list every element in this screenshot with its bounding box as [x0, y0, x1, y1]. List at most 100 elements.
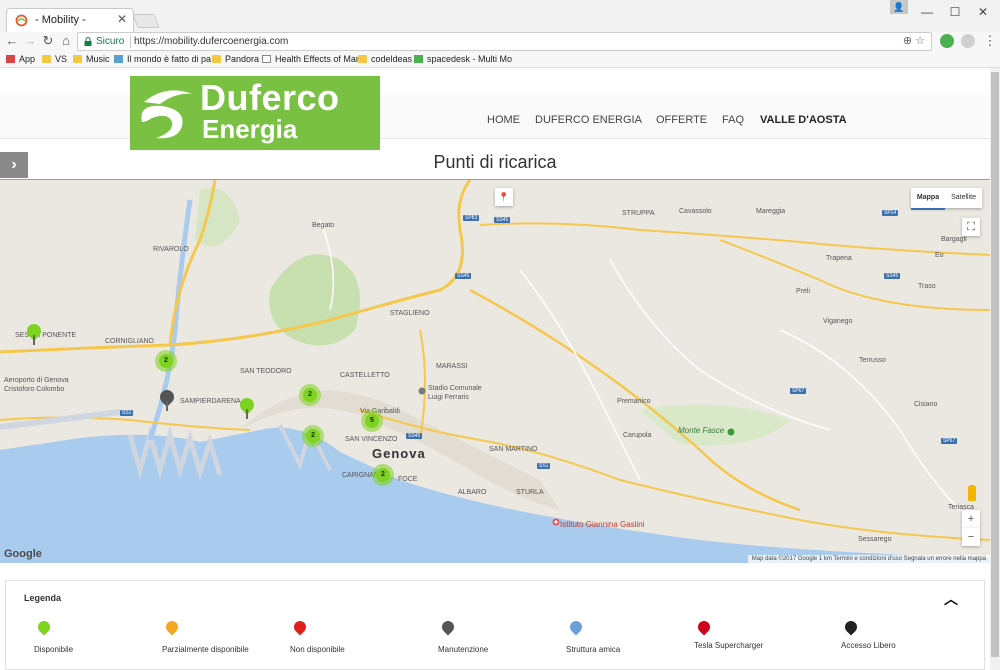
tab-strip: - Mobility - ✕ 👤 — ☐ ✕: [0, 0, 1000, 32]
cluster-count: 2: [303, 388, 317, 402]
logo-text-energia: Energia: [202, 114, 298, 144]
nav-valle-daosta[interactable]: VALLE D'AOSTA: [760, 114, 847, 126]
map-label-preli: Preli: [796, 288, 811, 295]
cluster-count: 2: [306, 429, 320, 443]
map-label-trapena: Trapena: [826, 255, 852, 262]
nav-duferco-energia[interactable]: DUFERCO ENERGIA: [535, 114, 642, 126]
bookmark-spacedesk[interactable]: spacedesk - Multi Mo: [414, 54, 512, 64]
map-type-satellite[interactable]: Satellite: [945, 188, 982, 208]
zoom-out-button[interactable]: −: [962, 528, 980, 546]
new-tab-button[interactable]: [132, 14, 160, 28]
browser-tab[interactable]: - Mobility - ✕: [6, 8, 134, 32]
bookmark-pandora[interactable]: Pandora: [212, 54, 259, 64]
map-label-rivarolo: RIVAROLO: [153, 246, 189, 253]
nav-faq[interactable]: FAQ: [722, 114, 744, 126]
map-type-control[interactable]: Mappa Satellite: [910, 188, 982, 210]
pin-black-icon: [842, 618, 860, 636]
profile-icon[interactable]: 👤: [890, 0, 908, 14]
tab-title: - Mobility -: [35, 14, 86, 26]
bookmark-music[interactable]: Music: [73, 54, 110, 64]
map-label-terrusso: Terrusso: [859, 357, 886, 364]
bookmark-codeldeas[interactable]: codeldeas: [358, 54, 412, 64]
close-window-button[interactable]: ✕: [968, 3, 998, 21]
bookmark-mondo[interactable]: Il mondo è fatto di pa: [114, 54, 211, 64]
marker-cluster[interactable]: 2: [372, 464, 394, 486]
marker-cluster[interactable]: 2: [155, 350, 177, 372]
location-pin-icon[interactable]: 📍: [495, 188, 513, 206]
site-favicon-icon: [15, 14, 28, 27]
map-label-san-teodoro: SAN TEODORO: [240, 368, 292, 375]
map-attribution[interactable]: Map data ©2017 Google 1 km Termini e con…: [747, 555, 990, 563]
bookmark-apps[interactable]: App: [6, 54, 35, 64]
secure-label: Sicuro: [96, 36, 125, 47]
street-view-pegman-icon[interactable]: [968, 485, 976, 501]
page-title: Punti di ricarica: [433, 152, 557, 172]
reload-icon[interactable]: ↻: [40, 33, 56, 49]
road-shield: SP67: [941, 438, 958, 444]
nav-offerte[interactable]: OFFERTE: [656, 114, 707, 126]
road-shield: SS45: [455, 273, 472, 279]
back-icon[interactable]: ←: [4, 33, 20, 49]
marker-cluster[interactable]: 2: [302, 425, 324, 447]
map-label-gaslini: Istituto Giannina Gaslini: [560, 520, 645, 529]
bookmark-vs[interactable]: VS: [42, 54, 67, 64]
bookmark-health[interactable]: Health Effects of Mari: [262, 54, 361, 64]
home-icon[interactable]: ⌂: [58, 33, 74, 49]
legend-label: Non disponibile: [290, 645, 345, 654]
pin-green-icon: [35, 618, 53, 636]
lock-icon: [84, 37, 92, 46]
extension-icon[interactable]: [940, 34, 954, 48]
map-label-castelletto: CASTELLETTO: [340, 372, 390, 379]
google-logo: Google: [4, 548, 42, 560]
road-shield: SP14: [882, 210, 899, 216]
duferco-logo[interactable]: Duferco Energia: [130, 76, 380, 150]
url-separator: [130, 35, 131, 48]
map-type-map[interactable]: Mappa: [910, 188, 946, 210]
map-label-aeroporto: Aeroporto di Genova Cristoforo Colombo: [4, 377, 69, 393]
chrome-menu-icon[interactable]: ⋮: [982, 33, 998, 49]
map-label-san-martino: SAN MARTINO: [489, 446, 538, 453]
road-shield: SS45: [884, 273, 901, 279]
pin-stem: [166, 401, 168, 411]
bookmarks-bar: App VS Music Il mondo è fatto di pa Pand…: [0, 52, 1000, 68]
road-shield: SS1: [120, 410, 134, 416]
extension-shield-icon[interactable]: [961, 34, 975, 48]
mountain-icon[interactable]: [727, 428, 735, 436]
zoom-in-button[interactable]: +: [962, 510, 980, 528]
close-tab-icon[interactable]: ✕: [117, 12, 127, 26]
page-scrollbar[interactable]: [990, 68, 1000, 670]
map[interactable]: Begato RIVAROLO STAGLIENO MARASSI CASTEL…: [0, 180, 990, 563]
marker-cluster[interactable]: 2: [299, 384, 321, 406]
road-shield: SS45: [406, 433, 423, 439]
scrollbar-thumb[interactable]: [991, 72, 999, 657]
bookmark-star-icon[interactable]: ⊕ ☆: [903, 34, 925, 47]
map-label-marassi: MARASSI: [436, 363, 468, 370]
legend-label: Parzialmente disponibile: [162, 645, 249, 654]
minimize-button[interactable]: —: [912, 3, 942, 21]
hospital-icon[interactable]: [552, 518, 560, 526]
cluster-count: 5: [365, 414, 379, 428]
address-bar[interactable]: Sicuro https://mobility.dufercoenergia.c…: [77, 32, 932, 51]
road-shield: SS1: [537, 463, 551, 469]
road-shield: SP67: [790, 388, 807, 394]
page-icon: [262, 55, 271, 63]
stadium-icon[interactable]: [418, 387, 426, 395]
collapse-chevron-up-icon[interactable]: ︿: [944, 589, 958, 609]
nav-home[interactable]: HOME: [487, 114, 520, 126]
pin-gray-icon: [439, 618, 457, 636]
maximize-button[interactable]: ☐: [940, 3, 970, 21]
pin-stem: [246, 409, 248, 419]
map-label-san-vincenzo: SAN VINCENZO: [345, 436, 398, 443]
map-label-cornigliano: CORNIGLIANO: [105, 338, 155, 345]
legend-panel: Legenda ︿ Disponibile Parzialmente dispo…: [5, 580, 985, 670]
cluster-count: 2: [376, 468, 390, 482]
map-label-albaro: ALBARO: [458, 489, 487, 496]
spacedesk-icon: [414, 55, 423, 63]
legend-label: Accesso Libero: [841, 641, 896, 650]
marker-cluster[interactable]: 5: [361, 410, 383, 432]
fullscreen-icon[interactable]: ⛶: [962, 218, 980, 236]
sidebar-toggle-chevron-icon[interactable]: ›: [0, 152, 28, 178]
page-content: Duferco Energia HOME DUFERCO ENERGIA OFF…: [0, 68, 990, 670]
logo-text-duferco: Duferco: [200, 77, 340, 118]
forward-icon[interactable]: →: [22, 33, 38, 49]
